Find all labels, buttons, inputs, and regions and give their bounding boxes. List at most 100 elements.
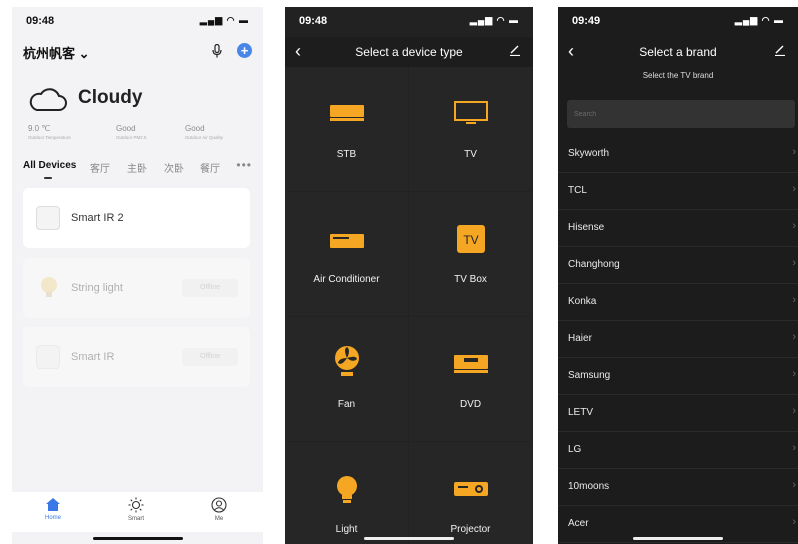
tab-label: Smart — [127, 516, 144, 522]
device-type-tv[interactable]: TV — [409, 67, 532, 191]
chevron-right-icon: › — [792, 368, 796, 380]
home-indicator — [364, 537, 454, 540]
metric-pm25: Good Outdoor PM2.5 — [116, 124, 147, 140]
tab-room-master[interactable]: 主卧 — [127, 160, 147, 175]
brand-item[interactable]: Hisense › — [558, 210, 798, 247]
metric-temperature: 9.0 ℃ Outdoor Temperature — [28, 124, 71, 140]
brand-name: Konka — [568, 296, 597, 307]
brand-item[interactable]: TCL › — [558, 173, 798, 210]
outdoor-metrics: 9.0 ℃ Outdoor Temperature Good Outdoor P… — [28, 124, 249, 146]
light-bulb-icon — [336, 476, 357, 503]
device-type-screen: 09:48 ▂▄▆ ◠ ▬ ‹ Select a device type STB… — [285, 7, 533, 544]
metric-value: 9.0 ℃ — [28, 124, 51, 133]
brand-item[interactable]: Konka › — [558, 284, 798, 321]
tv-box-icon: TV — [456, 225, 485, 253]
brand-item[interactable]: 10moons › — [558, 469, 798, 506]
device-type-stb[interactable]: STB — [285, 67, 408, 191]
status-indicators: ▂▄▆ ◠ ▬ — [469, 15, 519, 25]
brand-item[interactable]: LETV › — [558, 395, 798, 432]
brand-item[interactable]: Samsung › — [558, 358, 798, 395]
nav-bar: ‹ Select a device type — [285, 37, 533, 67]
status-time: 09:48 — [26, 15, 55, 27]
brand-name: Haier — [568, 333, 592, 344]
status-bar: 09:48 ▂▄▆ ◠ ▬ — [26, 15, 249, 29]
brand-item[interactable]: Changhong › — [558, 247, 798, 284]
search-input[interactable] — [567, 100, 795, 128]
status-time: 09:49 — [572, 15, 601, 27]
device-type-label: Fan — [337, 399, 356, 410]
cloud-icon — [29, 88, 67, 111]
home-screen: 09:48 ▂▄▆ ◠ ▬ 杭州帆客 ⌄ + Cloudy 9.0 ℃ Outd… — [12, 7, 263, 544]
active-tab-indicator — [44, 177, 52, 179]
microphone-icon[interactable] — [212, 44, 222, 58]
device-type-label: Light — [335, 524, 358, 535]
chevron-right-icon: › — [792, 331, 796, 343]
metric-value: Good — [116, 124, 136, 133]
projector-icon — [453, 482, 488, 496]
tab-room-living[interactable]: 客厅 — [90, 160, 110, 175]
device-type-air-conditioner[interactable]: Air Conditioner — [285, 192, 408, 316]
device-type-projector[interactable]: Projector — [409, 442, 532, 544]
page-title: Select a device type — [355, 45, 463, 59]
device-card[interactable]: Smart IR Offline — [23, 327, 250, 387]
chevron-right-icon: › — [792, 294, 796, 306]
tab-label: Me — [214, 516, 224, 522]
tab-label: Home — [44, 515, 61, 521]
brand-item[interactable]: Haier › — [558, 321, 798, 358]
brand-item[interactable]: Skyworth › — [558, 136, 798, 173]
chevron-right-icon: › — [792, 479, 796, 491]
air-conditioner-icon — [329, 234, 364, 248]
home-selector[interactable]: 杭州帆客 ⌄ — [23, 43, 90, 62]
tab-all-devices[interactable]: All Devices — [23, 160, 76, 171]
tab-room-dining[interactable]: 餐厅 — [200, 160, 220, 175]
device-name: String light — [71, 282, 123, 294]
string-light-icon — [41, 277, 57, 297]
ir-device-icon — [36, 206, 60, 230]
tab-home[interactable]: Home — [33, 497, 73, 521]
home-icon — [46, 498, 60, 511]
device-type-label: TV Box — [454, 274, 487, 285]
edit-icon[interactable] — [774, 44, 786, 56]
status-indicators: ▂▄▆ ◠ ▬ — [199, 15, 249, 25]
chevron-right-icon: › — [792, 516, 796, 528]
chevron-right-icon: › — [792, 183, 796, 195]
home-indicator — [633, 537, 723, 540]
add-device-button[interactable]: + — [237, 43, 252, 58]
tv-box-icon-text: TV — [463, 233, 478, 247]
brand-name: Acer — [568, 518, 589, 529]
device-type-fan[interactable]: Fan — [285, 317, 408, 441]
brand-name: Hisense — [568, 222, 605, 233]
edit-icon[interactable] — [509, 44, 521, 56]
device-card[interactable]: Smart IR 2 — [23, 188, 250, 248]
device-type-light[interactable]: Light — [285, 442, 408, 544]
stb-icon — [329, 105, 364, 121]
sun-icon — [128, 497, 144, 513]
device-type-dvd[interactable]: DVD — [409, 317, 532, 441]
page-subtitle: Select the TV brand — [642, 71, 714, 80]
brand-name: Samsung — [568, 370, 611, 381]
tab-me[interactable]: Me — [199, 497, 239, 522]
device-name: Smart IR — [71, 351, 115, 363]
tab-room-second[interactable]: 次卧 — [164, 160, 184, 175]
device-card[interactable]: String light Offline — [23, 258, 250, 318]
metric-label: Outdoor Temperature — [28, 135, 71, 140]
chevron-right-icon: › — [792, 442, 796, 454]
chevron-right-icon: › — [792, 257, 796, 269]
metric-air-quality: Good Outdoor Air Quality — [185, 124, 223, 140]
status-time: 09:48 — [299, 15, 328, 27]
ir-device-icon — [36, 345, 60, 369]
metric-label: Outdoor Air Quality — [185, 135, 224, 140]
profile-icon — [211, 497, 227, 513]
chevron-right-icon: › — [792, 405, 796, 417]
device-type-tv-box[interactable]: TV TV Box — [409, 192, 532, 316]
tab-smart[interactable]: Smart — [116, 497, 156, 522]
room-tabs: All Devices 客厅 主卧 次卧 餐厅 ••• — [23, 158, 252, 180]
brand-select-screen: 09:49 ▂▄▆ ◠ ▬ ‹ Select a brand Select th… — [558, 7, 798, 544]
brand-name: Changhong — [568, 259, 620, 270]
tv-icon — [453, 101, 488, 124]
dvd-icon — [453, 355, 488, 373]
device-type-label: TV — [464, 149, 477, 160]
more-rooms-button[interactable]: ••• — [236, 158, 252, 172]
brand-item[interactable]: LG › — [558, 432, 798, 469]
device-type-grid: STB TV Air Conditioner TV TV Box Fan DVD… — [285, 67, 533, 544]
